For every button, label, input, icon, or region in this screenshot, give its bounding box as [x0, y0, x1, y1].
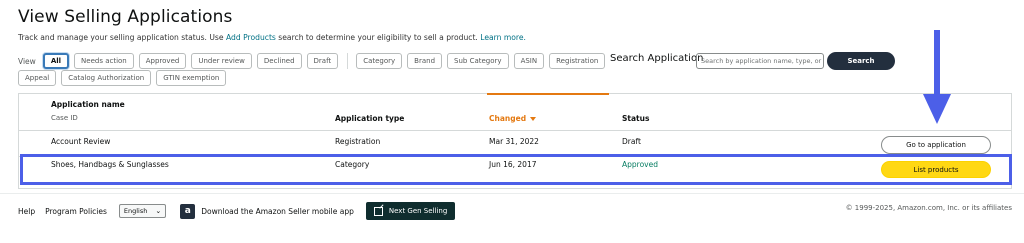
arrow-down-icon [923, 30, 951, 124]
filter-approved[interactable]: Approved [138, 53, 187, 69]
filter-divider [347, 53, 349, 69]
subtitle-text-2: search to determine your eligibility to … [275, 33, 481, 42]
row-app-type: Registration [335, 137, 381, 146]
filter-row-2: Appeal Catalog Authorization GTIN exempt… [18, 70, 231, 86]
changed-sort-indicator [487, 93, 609, 95]
row-app-name: Account Review [51, 137, 111, 146]
subtitle-text: Track and manage your selling applicatio… [18, 33, 226, 42]
add-products-link[interactable]: Add Products [226, 33, 276, 42]
amazon-app-icon: a [180, 203, 196, 219]
filter-needs-action[interactable]: Needs action [74, 53, 134, 69]
search-input[interactable]: Search by application name, type, or [696, 53, 824, 69]
go-to-application-button[interactable]: Go to application [881, 136, 991, 154]
page-subtitle: Track and manage your selling applicatio… [18, 33, 526, 42]
col-application-name: Application name [51, 100, 125, 109]
program-policies-link[interactable]: Program Policies [45, 207, 107, 216]
next-gen-label: Next Gen Selling [388, 207, 448, 215]
row-changed: Mar 31, 2022 [489, 137, 539, 146]
view-label: View [18, 56, 36, 66]
caret-down-icon [530, 117, 537, 121]
filter-asin[interactable]: ASIN [513, 53, 545, 69]
search-label: Search Application [610, 53, 704, 64]
learn-more-link[interactable]: Learn more. [480, 33, 526, 42]
help-link[interactable]: Help [18, 207, 35, 216]
col-case-id: Case ID [51, 114, 78, 122]
next-gen-selling-button[interactable]: Next Gen Selling [365, 202, 456, 220]
filter-under-review[interactable]: Under review [191, 53, 252, 69]
language-value: English [123, 207, 148, 215]
col-changed[interactable]: Changed [489, 114, 537, 123]
col-changed-label: Changed [489, 114, 527, 123]
chevron-down-icon: ⌄ [155, 207, 162, 215]
filter-all[interactable]: All [42, 53, 70, 69]
filter-sub-category[interactable]: Sub Category [447, 53, 509, 69]
filter-gtin-exemption[interactable]: GTIN exemption [156, 70, 227, 86]
filter-declined[interactable]: Declined [256, 53, 302, 69]
language-select[interactable]: English ⌄ [118, 204, 167, 218]
footer: Help Program Policies English ⌄ a Downloa… [18, 202, 456, 220]
filter-brand[interactable]: Brand [407, 53, 443, 69]
copyright: © 1999-2025, Amazon.com, Inc. or its aff… [845, 204, 1012, 212]
col-status: Status [622, 114, 650, 123]
col-application-type: Application type [335, 114, 405, 123]
external-link-icon [373, 206, 383, 216]
filter-row-1: View All Needs action Approved Under rev… [18, 53, 610, 69]
mobile-app-link[interactable]: Download the Amazon Seller mobile app [201, 207, 354, 216]
search-button[interactable]: Search [827, 52, 895, 70]
filter-registration[interactable]: Registration [549, 53, 606, 69]
filter-appeal[interactable]: Appeal [18, 70, 57, 86]
row-status: Draft [622, 137, 641, 146]
table-divider [19, 130, 1011, 131]
filter-draft[interactable]: Draft [306, 53, 339, 69]
row-highlight-box [20, 154, 1012, 185]
filter-catalog-authorization[interactable]: Catalog Authorization [61, 70, 152, 86]
page-title: View Selling Applications [18, 7, 233, 27]
footer-divider [0, 193, 1024, 194]
filter-category[interactable]: Category [356, 53, 403, 69]
